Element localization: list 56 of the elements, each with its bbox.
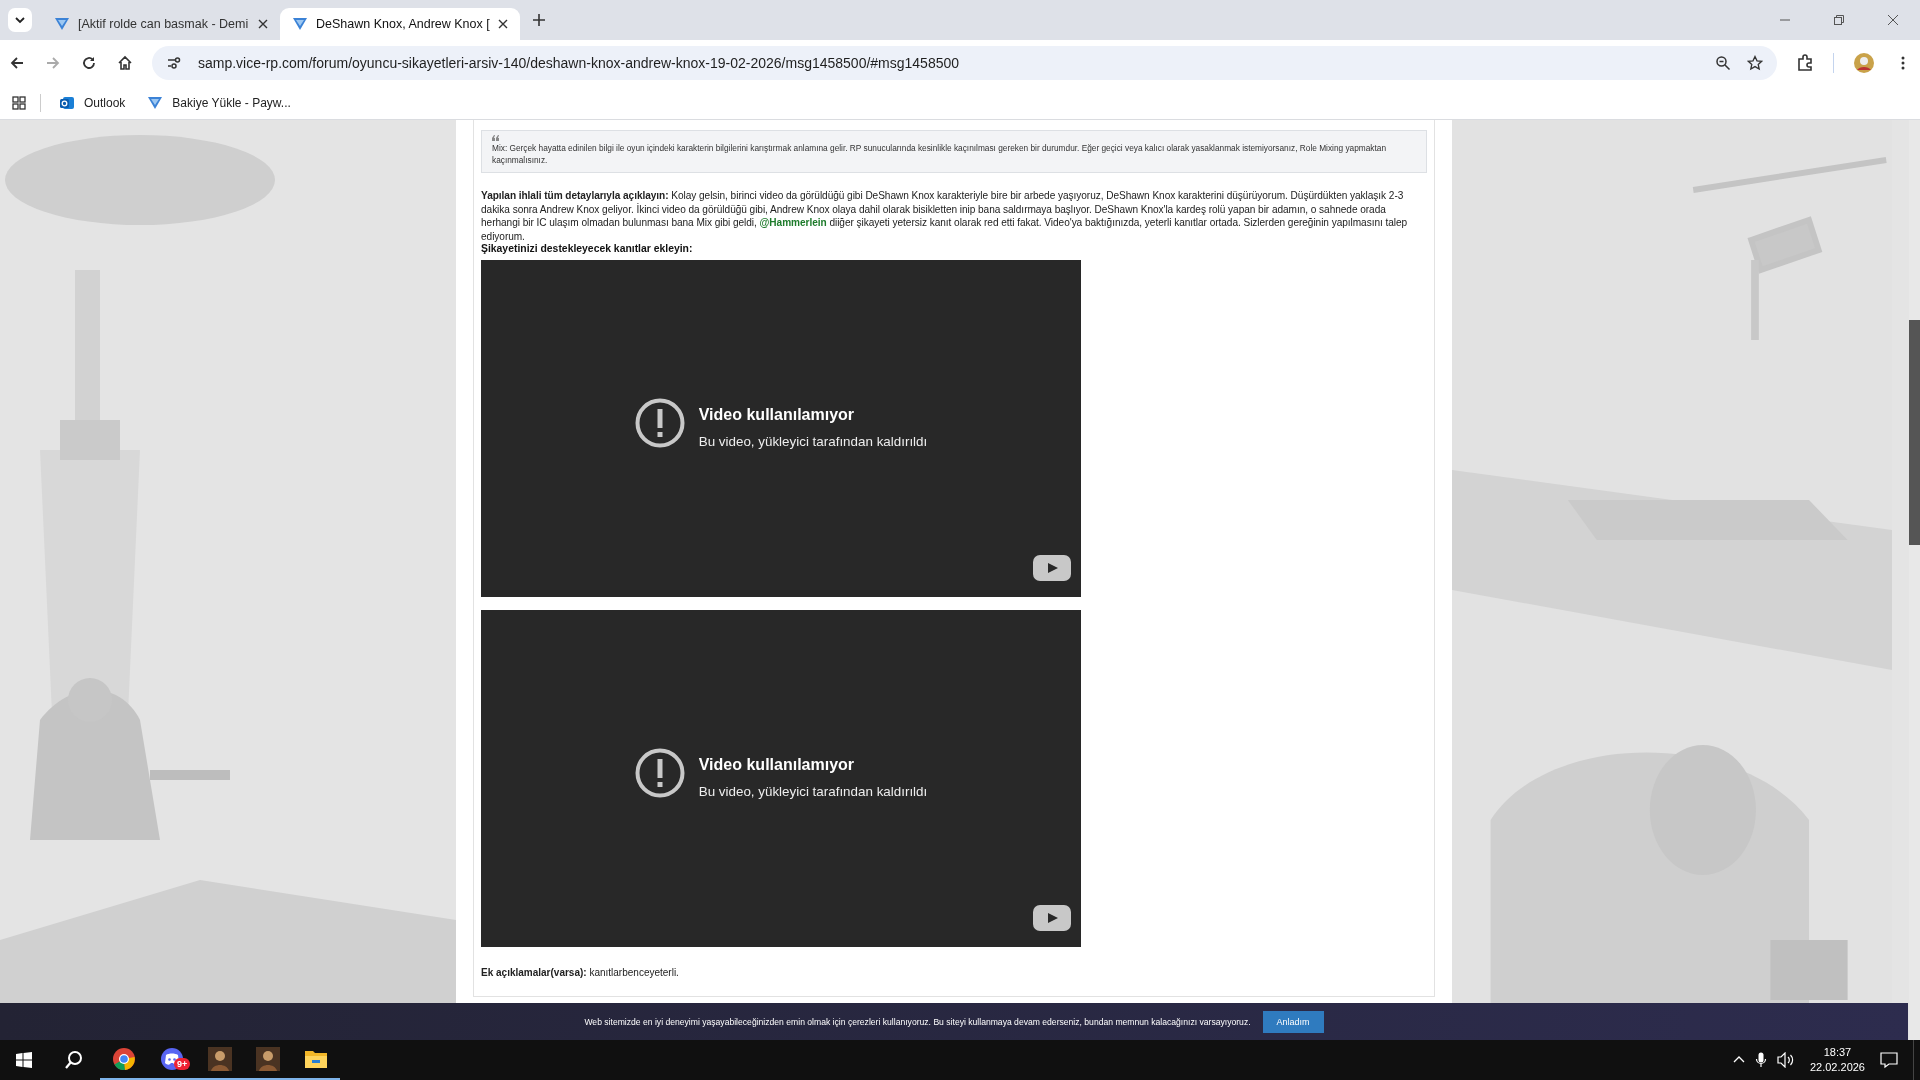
close-icon[interactable] <box>497 19 508 29</box>
close-icon[interactable] <box>258 19 268 29</box>
start-icon[interactable] <box>16 1052 32 1068</box>
browser-tab[interactable]: [Aktif rolde can basmak - Demi <box>42 8 280 40</box>
new-tab-icon[interactable] <box>531 13 546 27</box>
site-settings-icon[interactable] <box>166 55 182 71</box>
microphone-icon[interactable] <box>1754 1052 1767 1068</box>
restore-icon[interactable] <box>1833 14 1845 26</box>
search-icon[interactable] <box>64 1050 84 1070</box>
chevron-down-icon <box>14 14 26 26</box>
quote-icon <box>492 135 500 141</box>
speaker-icon[interactable] <box>1776 1052 1795 1068</box>
video-title: Video kullanılamıyor <box>698 756 856 775</box>
taskbar-app[interactable]: 9+ <box>148 1040 196 1080</box>
address-bar[interactable]: samp.vice-rp.com/forum/oyuncu-sikayetleri-arsiv-140/deshawn-knox-andrew-knox-19-02-2026/msg1458500/#msg1458500 <box>152 46 1777 80</box>
browser-icon <box>112 1047 136 1071</box>
quote-text: Mix: Gerçek hayatta edinilen bilgi ile oyun içindeki karakterin bilgilerini karıştırmak anlamına gelir. RP sunucularında kesinlikle kaçınılması gereken bir durumdur. Eğer geçici veya kalıcı olarak yasaklanmak istemiyorsanız, Role Mixing yapmaktan kaçınmalısınız. <box>492 142 1387 166</box>
field-label: Şikayetinizi destekleyecek kanıtlar ekleyin: <box>481 243 694 255</box>
bookmark-item[interactable]: Bakiye Yükle - Payw... <box>143 94 295 111</box>
puzzle-icon[interactable] <box>1796 54 1814 72</box>
zoom-out-icon[interactable] <box>1715 55 1731 71</box>
notification-icon[interactable] <box>1880 1051 1898 1069</box>
scrollbar[interactable] <box>1909 120 1920 1040</box>
site-logo-icon <box>147 94 164 111</box>
game-icon <box>256 1047 280 1071</box>
bookmark-item[interactable]: Outlook <box>55 94 130 111</box>
site-logo-icon <box>54 16 70 32</box>
video-player[interactable]: Video kullanılamıyor Bu video, yükleyici tarafından kaldırıldı <box>481 260 1081 598</box>
home-icon[interactable] <box>117 55 133 71</box>
video-message: Bu video, yükleyici tarafından kaldırıldı <box>698 434 928 450</box>
alert-icon <box>634 398 685 449</box>
site-logo-icon <box>292 16 308 32</box>
extra-notes: Ek açıklamalar(varsa): kanıtlarbenceyeterli. <box>481 967 680 979</box>
close-icon[interactable] <box>1887 14 1899 26</box>
profile-avatar-icon[interactable] <box>1853 52 1875 74</box>
cookie-text: Web sitemizde en iyi deneyimi yaşayabileceğinizden emin olmak için çerezleri kullanıyoruz. Bu siteyi kullanmaya devam ederseniz, bundan memnun kalacağınızı varsayıyoruz. <box>584 1016 1251 1027</box>
mention-link[interactable]: @Hammerlein <box>759 217 827 229</box>
browser-tab[interactable]: DeShawn Knox, Andrew Knox [ <box>280 8 520 40</box>
video-message: Bu video, yükleyici tarafından kaldırıldı <box>698 784 928 800</box>
game-icon <box>208 1047 232 1071</box>
mail-app-icon <box>59 94 75 111</box>
reload-icon[interactable] <box>81 55 97 71</box>
play-logo-icon[interactable] <box>1033 555 1071 582</box>
tab-search-button[interactable] <box>8 8 32 32</box>
back-icon[interactable] <box>9 55 25 71</box>
notification-badge: 9+ <box>174 1058 191 1070</box>
video-title: Video kullanılamıyor <box>698 406 856 425</box>
video-player[interactable]: Video kullanılamıyor Bu video, yükleyici tarafından kaldırıldı <box>481 610 1081 948</box>
play-logo-icon[interactable] <box>1033 905 1071 932</box>
accept-button[interactable]: Anladım <box>1262 1010 1324 1033</box>
post-paragraph: Yapılan ihlali tüm detaylarıyla açıklayın: Kolay gelsin, birinci video da görüldüğü gibi DeShawn Knox karakteriyle bire bir arbede yaşıyoruz, DeShawn Knox karakterini düşürüyorum. Düşürdükten yaklaşık 2-3 dakika sonra Andrew Knox geliyor. İkinci video da görüldüğü gibi, Andrew Knox olaya dahil olarak bisikletten inip bana saldırmaya başlıyor. DeShawn Knox'la kardeş rolü yapan bir adamın, o sahnede orada herhangi bir IC ulaşım olmadan bulunması bana Mix gibi geldi, @Hammerlein diiğer şikayeti yetersiz kanıt olarak red etti fakat. Video'ya baktığınızda, yeterli kanıtlar ortada. Sizlerden gereğinin yapılmasını talep ediyorum. <box>481 189 1409 244</box>
clock[interactable]: 18:37 22.02.2026 <box>1809 1045 1865 1075</box>
bookmark-star-icon[interactable] <box>1747 55 1763 71</box>
apps-grid-icon[interactable] <box>12 95 26 110</box>
alert-icon <box>634 748 685 799</box>
url-text: samp.vice-rp.com/forum/oyuncu-sikayetleri-arsiv-140/deshawn-knox-andrew-knox-19-02-2026/msg1458500/#msg1458500 <box>198 55 960 71</box>
